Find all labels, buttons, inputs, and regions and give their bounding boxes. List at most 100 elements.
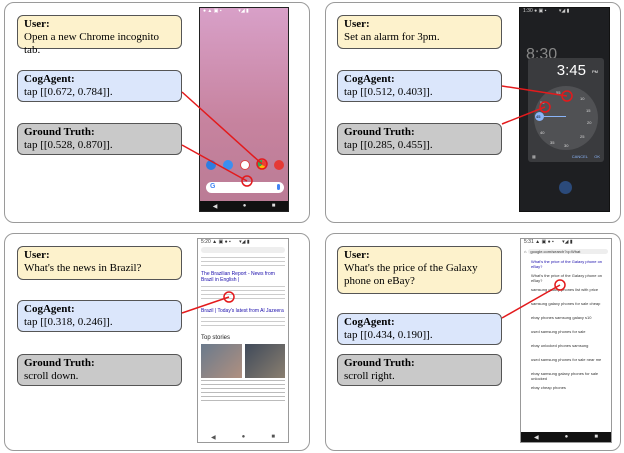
user-instruction-box-3: User: What's the news in Brazil? [17, 246, 182, 280]
status-bar: 5:31 ▲ ▣ ● ▪ ▾◢ ▮ [524, 239, 573, 245]
url-bar[interactable]: ⌂ google.com/search?q=What [524, 248, 608, 255]
cogagent-action: tap [[0.512, 0.403]]. [344, 86, 433, 98]
clock-number[interactable]: 15 [586, 108, 590, 113]
time-picker-dialog: 3:45 PM 55 10 50 15 45 20 40 25 35 30 ▦ … [528, 58, 604, 162]
story-image[interactable] [244, 344, 285, 378]
user-label: User: [24, 18, 50, 30]
phone-screenshot-news: 5:20 ▲ ▣ ● ▪ ▾◢ ▮ The Brazilian Report -… [197, 238, 289, 443]
cogagent-label: CogAgent: [344, 73, 395, 85]
cancel-button[interactable]: CANCEL [572, 154, 588, 159]
status-bar: 1:30 ● ▣ ▪ ▾◢ ▮ [523, 8, 570, 14]
status-bar: 5:20 ▲ ▣ ● ▪ ▾◢ ▮ [201, 239, 250, 245]
ground-truth-box-2: Ground Truth: tap [[0.285, 0.455]]. [337, 123, 502, 155]
news-result-headline[interactable]: The Brazilian Report - News from Brazil … [201, 271, 285, 283]
cogagent-label: CogAgent: [24, 303, 75, 315]
gmail-app-icon[interactable] [240, 160, 250, 170]
cogagent-action: tap [[0.672, 0.784]]. [24, 86, 113, 98]
ground-truth-action: scroll right. [344, 370, 395, 382]
youtube-app-icon[interactable] [274, 160, 284, 170]
back-icon[interactable]: ◀ [534, 434, 539, 441]
ground-truth-label: Ground Truth: [344, 357, 415, 369]
google-g-icon: G [210, 183, 216, 190]
clock-number[interactable]: 45 [536, 114, 540, 119]
phone-app-icon[interactable] [206, 160, 216, 170]
phone-screenshot-home: ● ▲ ▣ ▪ ▾◢ ▮ G ◀ ● ■ [199, 7, 289, 212]
suggestion-item[interactable]: ebay samsung galaxy phones for sale unlo… [531, 371, 608, 381]
home-icon[interactable]: ● [242, 434, 246, 440]
back-icon[interactable]: ◀ [213, 203, 218, 210]
phone-screenshot-search: 5:31 ▲ ▣ ● ▪ ▾◢ ▮ ⌂ google.com/search?q=… [520, 238, 612, 443]
mic-icon[interactable] [277, 184, 280, 190]
clock-number[interactable]: 25 [580, 134, 584, 139]
suggestion-item[interactable]: used samsung phones for sale [531, 329, 608, 339]
recents-icon[interactable]: ■ [271, 434, 275, 440]
clock-face[interactable]: 55 10 50 15 45 20 40 25 35 30 [534, 86, 598, 150]
suggestion-item[interactable]: ebay cheap phones [531, 385, 608, 395]
snippet-text [201, 286, 285, 300]
cogagent-box-3: CogAgent: tap [[0.318, 0.246]]. [17, 300, 182, 332]
user-instruction-box-1: User: Open a new Chrome incognito tab. [17, 15, 182, 56]
cogagent-box-1: CogAgent: tap [[0.672, 0.784]]. [17, 70, 182, 102]
suggestion-item[interactable]: ebay unlocked phones samsung [531, 343, 608, 353]
android-nav-bar: ◀ ● ■ [198, 432, 288, 442]
keyboard-icon[interactable]: ▦ [532, 154, 536, 159]
story-image[interactable] [201, 344, 242, 378]
url-text[interactable]: google.com/search?q=What [528, 249, 608, 254]
ground-truth-box-4: Ground Truth: scroll right. [337, 354, 502, 386]
clock-number[interactable]: 40 [540, 130, 544, 135]
clock-number[interactable]: 50 [540, 100, 544, 105]
time-picker-header: 3:45 PM [528, 58, 604, 84]
suggestion-item[interactable]: used samsung phones for sale near me [531, 357, 608, 367]
cogagent-box-4: CogAgent: tap [[0.434, 0.190]]. [337, 313, 502, 345]
suggestion-list: What's the price of the Galaxy phone on … [521, 259, 611, 395]
clock-number[interactable]: 10 [580, 96, 584, 101]
top-stories-images [201, 344, 285, 378]
android-nav-bar: ◀ ● ■ [521, 432, 611, 442]
user-instruction-box-2: User: Set an alarm for 3pm. [337, 15, 502, 49]
user-label: User: [344, 249, 370, 261]
ok-button[interactable]: OK [594, 154, 600, 159]
user-instruction-box-4: User: What's the price of the Galaxy pho… [337, 246, 502, 294]
user-instruction: What's the news in Brazil? [24, 262, 142, 274]
ground-truth-action: scroll down. [24, 370, 79, 382]
clock-number[interactable]: 55 [556, 90, 560, 95]
top-stories-heading: Top stories [201, 335, 231, 341]
ground-truth-label: Ground Truth: [344, 126, 415, 138]
messages-app-icon[interactable] [223, 160, 233, 170]
suggestion-item[interactable]: ebay phones samsung galaxy s10 [531, 315, 608, 325]
clock-number[interactable]: 35 [550, 140, 554, 145]
suggestion-item[interactable]: What's the price of the Galaxy phone on … [531, 273, 608, 283]
ground-truth-label: Ground Truth: [24, 126, 95, 138]
clock-number[interactable]: 20 [587, 120, 591, 125]
home-icon[interactable]: ⌂ [524, 249, 526, 254]
ground-truth-label: Ground Truth: [24, 357, 95, 369]
recents-icon[interactable]: ■ [594, 434, 598, 440]
ground-truth-action: tap [[0.528, 0.870]]. [24, 139, 113, 151]
back-icon[interactable]: ◀ [211, 434, 216, 441]
suggestion-item[interactable]: What's the price of the Galaxy phone on … [531, 259, 608, 269]
snippet-text [201, 317, 285, 329]
ampm-label[interactable]: PM [592, 69, 598, 74]
user-instruction: Set an alarm for 3pm. [344, 31, 440, 43]
android-nav-bar: ◀ ● ■ [200, 201, 288, 211]
user-instruction: What's the price of the Galaxy phone on … [344, 262, 478, 287]
add-alarm-fab[interactable] [559, 181, 572, 194]
recents-icon[interactable]: ■ [272, 203, 276, 209]
selected-time[interactable]: 3:45 [557, 62, 586, 79]
dock-icons [206, 160, 284, 170]
home-icon[interactable]: ● [243, 203, 247, 209]
news-result-headline-2[interactable]: Brazil | Today's latest from Al Jazeera [201, 308, 285, 314]
google-search-bar[interactable]: G [206, 182, 284, 193]
ground-truth-box-3: Ground Truth: scroll down. [17, 354, 182, 386]
clock-number[interactable]: 30 [564, 143, 568, 148]
phone-screenshot-clock: 1:30 ● ▣ ▪ ▾◢ ▮ 8:30 3:45 PM 55 10 50 15… [519, 7, 610, 212]
results-placeholder [201, 257, 285, 267]
home-icon[interactable]: ● [565, 434, 569, 440]
chrome-app-icon[interactable] [257, 160, 267, 170]
cogagent-action: tap [[0.434, 0.190]]. [344, 329, 433, 341]
suggestion-item[interactable]: samsung galaxy phones list with price [531, 287, 608, 297]
story-captions [201, 380, 285, 402]
suggestion-item[interactable]: samsung galaxy phones for sale cheap [531, 301, 608, 311]
cogagent-box-2: CogAgent: tap [[0.512, 0.403]]. [337, 70, 502, 102]
url-bar[interactable] [201, 247, 285, 253]
